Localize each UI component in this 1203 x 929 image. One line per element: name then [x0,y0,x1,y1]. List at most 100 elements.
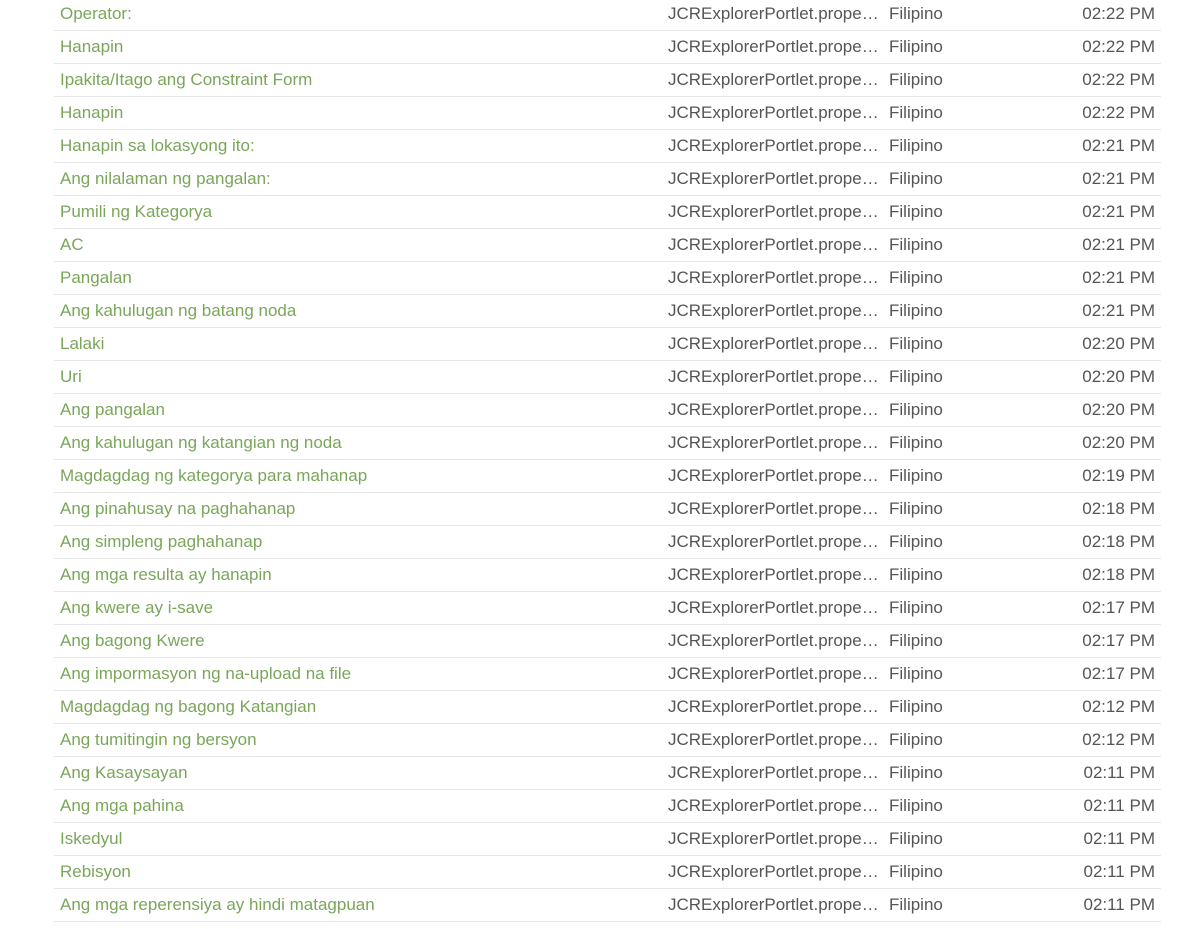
table-row: Hanapin JCRExplorerPortlet.properties Fili… [54,96,1161,130]
source-file-cell: JCRExplorerPortlet.properties [662,162,883,196]
translation-text-link[interactable]: Ang pangalan [60,400,165,419]
timestamp-cell: 02:11 PM [1033,855,1161,889]
translation-text-cell: Hanapin sa lokasyong ito: [54,129,662,163]
table-row: Hanapin JCRExplorerPortlet.properties Fili… [54,30,1161,64]
table-row: Ang pinahusay na paghahanap JCRExplorerPo… [54,492,1161,526]
translation-text-link[interactable]: Pangalan [60,268,132,287]
language-cell: Filipino [883,327,1033,361]
translation-text-link[interactable]: Iskedyul [60,829,122,848]
language-cell: Filipino [883,756,1033,790]
translation-text-link[interactable]: Ang kwere ay i-save [60,598,213,617]
source-file-cell: JCRExplorerPortlet.properties [662,657,883,691]
source-file-cell: JCRExplorerPortlet.properties [662,459,883,493]
timestamp-cell: 02:18 PM [1033,525,1161,559]
language-cell: Filipino [883,393,1033,427]
translation-text-link[interactable]: Hanapin sa lokasyong ito: [60,136,255,155]
translation-text-cell: Rebisyon [54,855,662,889]
timestamp-cell: 02:12 PM [1033,723,1161,757]
translation-text-link[interactable]: Ang pinahusay na paghahanap [60,499,295,518]
translation-text-link[interactable]: Pumili ng Kategorya [60,202,212,221]
translation-text-link[interactable]: AC [60,235,84,254]
source-file-cell: JCRExplorerPortlet.properties [662,723,883,757]
translation-text-link[interactable]: Ipakita/Itago ang Constraint Form [60,70,312,89]
translation-text-cell: Hanapin [54,96,662,130]
source-file-cell: JCRExplorerPortlet.properties [662,822,883,856]
source-file-cell: JCRExplorerPortlet.properties [662,0,883,31]
translation-text-cell: Ipakita/Itago ang Constraint Form [54,63,662,97]
table-row: Ang impormasyon ng na-upload na file JCRE… [54,657,1161,691]
language-cell: Filipino [883,459,1033,493]
table-row: Ang bagong Kwere JCRExplorerPortlet.prope… [54,624,1161,658]
translation-text-link[interactable]: Ang bagong Kwere [60,631,205,650]
translation-text-link[interactable]: Ang Kasaysayan [60,763,188,782]
source-file-cell: JCRExplorerPortlet.properties [662,492,883,526]
translation-text-cell: Pumili ng Kategorya [54,195,662,229]
source-file-cell: JCRExplorerPortlet.properties [662,327,883,361]
timestamp-cell: 02:19 PM [1033,459,1161,493]
translation-text-link[interactable]: Ang kahulugan ng katangian ng noda [60,433,342,452]
source-file-cell: JCRExplorerPortlet.properties [662,525,883,559]
language-cell: Filipino [883,294,1033,328]
source-file-cell: JCRExplorerPortlet.properties [662,261,883,295]
translation-text-link[interactable]: Hanapin [60,37,123,56]
translation-text-link[interactable]: Ang tumitingin ng bersyon [60,730,257,749]
timestamp-cell: 02:11 PM [1033,789,1161,823]
translation-text-link[interactable]: Magdagdag ng bagong Katangian [60,697,316,716]
translation-text-link[interactable]: Magdagdag ng kategorya para mahanap [60,466,367,485]
translation-text-link[interactable]: Lalaki [60,334,104,353]
source-file-cell: JCRExplorerPortlet.properties [662,129,883,163]
timestamp-cell: 02:11 PM [1033,888,1161,922]
source-file-cell: JCRExplorerPortlet.properties [662,30,883,64]
translation-text-cell: Ang mga reperensiya ay hindi matagpuan [54,888,662,922]
translation-text-link[interactable]: Rebisyon [60,862,131,881]
source-file-cell: JCRExplorerPortlet.properties [662,228,883,262]
translation-text-cell: Magdagdag ng kategorya para mahanap [54,459,662,493]
table-row: Ang tumitingin ng bersyon JCRExplorerPort… [54,723,1161,757]
translation-text-cell: Ang pangalan [54,393,662,427]
table-row: Iskedyul JCRExplorerPortlet.properties Fil… [54,822,1161,856]
language-cell: Filipino [883,96,1033,130]
language-cell: Filipino [883,30,1033,64]
translation-text-link[interactable]: Operator: [60,4,132,23]
timestamp-cell: 02:22 PM [1033,63,1161,97]
language-cell: Filipino [883,657,1033,691]
translation-text-cell: Ang impormasyon ng na-upload na file [54,657,662,691]
translation-text-link[interactable]: Ang kahulugan ng batang noda [60,301,296,320]
translation-text-cell: Uri [54,360,662,394]
source-file-cell: JCRExplorerPortlet.properties [662,888,883,922]
timestamp-cell: 02:12 PM [1033,690,1161,724]
language-cell: Filipino [883,261,1033,295]
timestamp-cell: 02:21 PM [1033,294,1161,328]
translation-text-link[interactable]: Ang nilalaman ng pangalan: [60,169,271,188]
language-cell: Filipino [883,0,1033,31]
translation-text-link[interactable]: Ang mga reperensiya ay hindi matagpuan [60,895,375,914]
translation-text-link[interactable]: Ang simpleng paghahanap [60,532,262,551]
translation-text-link[interactable]: Ang impormasyon ng na-upload na file [60,664,351,683]
source-file-cell: JCRExplorerPortlet.properties [662,393,883,427]
timestamp-cell: 02:20 PM [1033,426,1161,460]
language-cell: Filipino [883,162,1033,196]
source-file-cell: JCRExplorerPortlet.properties [662,294,883,328]
table-row: Ang mga pahina JCRExplorerPortlet.propert… [54,789,1161,823]
translation-text-link[interactable]: Hanapin [60,103,123,122]
source-file-cell: JCRExplorerPortlet.properties [662,195,883,229]
timestamp-cell: 02:21 PM [1033,261,1161,295]
translation-text-cell: Ang nilalaman ng pangalan: [54,162,662,196]
translation-text-cell: Ang bagong Kwere [54,624,662,658]
table-row: Ipakita/Itago ang Constraint Form JCRExpl… [54,63,1161,97]
translation-text-cell: Ang mga pahina [54,789,662,823]
language-cell: Filipino [883,492,1033,526]
timestamp-cell: 02:18 PM [1033,558,1161,592]
table-row: Pumili ng Kategorya JCRExplorerPortlet.pr… [54,195,1161,229]
table-row: Hanapin sa lokasyong ito: JCRExplorerPort… [54,129,1161,163]
translation-text-cell: Hanapin [54,30,662,64]
translations-table-container: Operator: JCRExplorerPortlet.properties Fi… [54,0,1161,922]
table-row: Uri JCRExplorerPortlet.properties Filipino… [54,360,1161,394]
source-file-cell: JCRExplorerPortlet.properties [662,96,883,130]
translation-text-link[interactable]: Ang mga resulta ay hanapin [60,565,272,584]
translation-text-link[interactable]: Uri [60,367,82,386]
translation-text-link[interactable]: Ang mga pahina [60,796,184,815]
timestamp-cell: 02:21 PM [1033,129,1161,163]
translation-text-cell: Ang simpleng paghahanap [54,525,662,559]
translation-text-cell: AC [54,228,662,262]
